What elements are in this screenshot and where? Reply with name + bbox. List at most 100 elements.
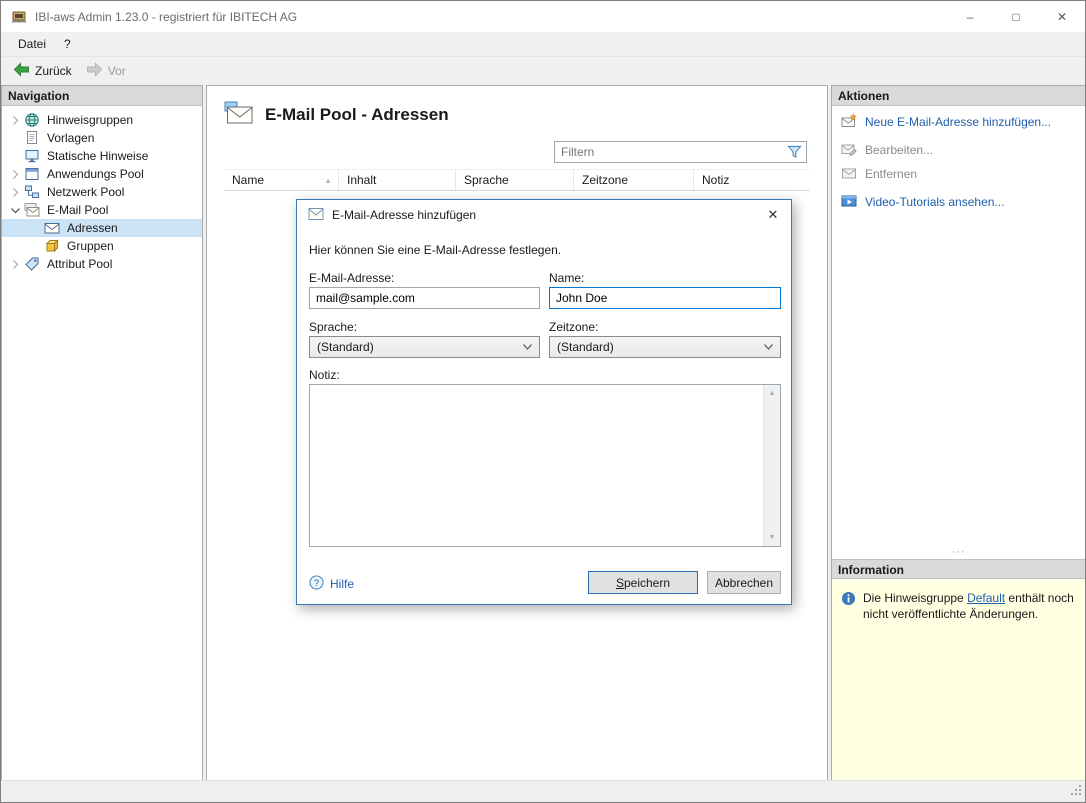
help-icon: ? bbox=[309, 575, 324, 593]
column-header-inhalt[interactable]: Inhalt bbox=[339, 170, 456, 190]
nav-item-label: Attribut Pool bbox=[44, 256, 115, 272]
nav-item-label: Statische Hinweise bbox=[44, 148, 151, 164]
column-header-notiz[interactable]: Notiz bbox=[694, 170, 810, 190]
save-button[interactable]: Speichern bbox=[588, 571, 698, 594]
nav-item-anwendungs-pool[interactable]: Anwendungs Pool bbox=[2, 165, 202, 183]
actions-panel: Aktionen Neue E-Mail-Adresse hinzufügen.… bbox=[831, 85, 1086, 781]
action-label: Entfernen bbox=[865, 167, 917, 181]
name-label: Name: bbox=[549, 271, 584, 285]
chevron-right-icon[interactable] bbox=[8, 116, 22, 125]
help-link[interactable]: ? Hilfe bbox=[309, 575, 354, 593]
filter-input[interactable] bbox=[554, 141, 807, 163]
globe-icon bbox=[24, 112, 40, 128]
email-pool-icon bbox=[24, 202, 40, 218]
dialog-envelope-icon bbox=[308, 207, 324, 224]
dialog-title: E-Mail-Adresse hinzufügen bbox=[332, 208, 476, 222]
note-textarea[interactable]: ▲ ▼ bbox=[309, 384, 781, 547]
close-icon: ✕ bbox=[1057, 10, 1067, 24]
menu-datei[interactable]: Datei bbox=[9, 34, 55, 54]
note-scrollbar[interactable]: ▲ ▼ bbox=[763, 385, 780, 546]
column-header-zeitzone[interactable]: Zeitzone bbox=[574, 170, 694, 190]
sort-ascending-icon: ▲ bbox=[324, 176, 332, 185]
nav-item-adressen[interactable]: Adressen bbox=[2, 219, 202, 237]
nav-item-statische-hinweise[interactable]: Statische Hinweise bbox=[2, 147, 202, 165]
forward-arrow-icon bbox=[86, 62, 103, 80]
resize-grip[interactable] bbox=[1069, 783, 1082, 799]
column-label: Zeitzone bbox=[582, 173, 628, 187]
menubar: Datei ? bbox=[1, 32, 1085, 57]
action-label: Video-Tutorials ansehen... bbox=[865, 195, 1004, 209]
column-header-name[interactable]: Name ▲ bbox=[224, 170, 339, 190]
chevron-right-icon[interactable] bbox=[8, 260, 22, 269]
nav-item-attribut-pool[interactable]: Attribut Pool bbox=[2, 255, 202, 273]
app-icon bbox=[11, 9, 27, 25]
nav-item-gruppen[interactable]: Gruppen bbox=[2, 237, 202, 255]
nav-item-email-pool[interactable]: E-Mail Pool bbox=[2, 201, 202, 219]
back-button[interactable]: Zurück bbox=[6, 59, 79, 83]
tag-icon bbox=[24, 256, 40, 272]
action-label: Neue E-Mail-Adresse hinzufügen... bbox=[865, 115, 1051, 129]
info-message-prefix: Die Hinweisgruppe bbox=[863, 591, 967, 605]
nav-item-hinweisgruppen[interactable]: Hinweisgruppen bbox=[2, 111, 202, 129]
video-icon bbox=[841, 193, 857, 212]
dialog-titlebar: E-Mail-Adresse hinzufügen ✕ bbox=[297, 200, 791, 230]
minimize-button[interactable]: – bbox=[947, 1, 993, 32]
network-icon bbox=[24, 184, 40, 200]
svg-text:?: ? bbox=[314, 578, 319, 588]
action-new-email-address[interactable]: Neue E-Mail-Adresse hinzufügen... bbox=[832, 110, 1085, 134]
action-video-tutorials[interactable]: Video-Tutorials ansehen... bbox=[832, 190, 1085, 214]
splitter-dots-icon: ··· bbox=[952, 546, 966, 558]
email-pool-header-icon bbox=[224, 101, 254, 128]
app-window-icon bbox=[24, 166, 40, 182]
forward-button[interactable]: Vor bbox=[79, 59, 133, 83]
info-icon bbox=[841, 591, 856, 609]
chevron-right-icon[interactable] bbox=[8, 188, 22, 197]
name-field[interactable] bbox=[549, 287, 781, 309]
dialog-close-button[interactable]: ✕ bbox=[755, 201, 791, 230]
language-select[interactable]: (Standard) bbox=[309, 336, 540, 358]
box-icon bbox=[44, 238, 60, 254]
remove-icon bbox=[841, 165, 857, 184]
information-box: Die Hinweisgruppe Default enthält noch n… bbox=[832, 580, 1085, 780]
monitor-icon bbox=[24, 148, 40, 164]
titlebar: IBI-aws Admin 1.23.0 - registriert für I… bbox=[1, 1, 1085, 32]
default-group-link[interactable]: Default bbox=[967, 591, 1005, 605]
back-button-label: Zurück bbox=[35, 64, 72, 78]
timezone-select[interactable]: (Standard) bbox=[549, 336, 781, 358]
action-edit[interactable]: Bearbeiten... bbox=[832, 138, 1085, 162]
action-remove[interactable]: Entfernen bbox=[832, 162, 1085, 186]
column-header-sprache[interactable]: Sprache bbox=[456, 170, 574, 190]
dialog-description: Hier können Sie eine E-Mail-Adresse fest… bbox=[309, 243, 561, 257]
actions-header: Aktionen bbox=[832, 86, 1085, 106]
app-window: IBI-aws Admin 1.23.0 - registriert für I… bbox=[0, 0, 1086, 803]
navigation-header: Navigation bbox=[2, 86, 202, 106]
filter-box bbox=[554, 141, 807, 163]
chevron-down-icon[interactable] bbox=[8, 206, 22, 215]
close-icon: ✕ bbox=[768, 207, 779, 223]
new-email-icon bbox=[841, 113, 857, 132]
chevron-right-icon[interactable] bbox=[8, 170, 22, 179]
nav-item-label: Anwendungs Pool bbox=[44, 166, 147, 182]
navigation-panel: Navigation Hinweisgruppen Vorlagen Stati… bbox=[1, 85, 203, 781]
information-header: Information bbox=[832, 559, 1085, 579]
email-field[interactable] bbox=[309, 287, 540, 309]
cancel-button[interactable]: Abbrechen bbox=[707, 571, 781, 594]
maximize-button[interactable]: □ bbox=[993, 1, 1039, 32]
toolbar: Zurück Vor bbox=[1, 57, 1085, 85]
menu-help[interactable]: ? bbox=[55, 34, 80, 54]
nav-item-vorlagen[interactable]: Vorlagen bbox=[2, 129, 202, 147]
scroll-up-icon[interactable]: ▲ bbox=[769, 385, 776, 402]
back-arrow-icon bbox=[13, 62, 30, 80]
close-button[interactable]: ✕ bbox=[1039, 1, 1085, 32]
nav-item-label: Netzwerk Pool bbox=[44, 184, 127, 200]
scroll-down-icon[interactable]: ▼ bbox=[769, 529, 776, 546]
help-label: Hilfe bbox=[330, 577, 354, 591]
nav-item-netzwerk-pool[interactable]: Netzwerk Pool bbox=[2, 183, 202, 201]
filter-funnel-icon[interactable] bbox=[787, 145, 802, 162]
nav-item-label: Hinweisgruppen bbox=[44, 112, 136, 128]
save-button-label: Speichern bbox=[616, 576, 670, 590]
edit-icon bbox=[841, 141, 857, 160]
nav-item-label: Gruppen bbox=[64, 238, 117, 254]
column-label: Sprache bbox=[464, 173, 509, 187]
nav-item-label: Adressen bbox=[64, 220, 121, 236]
